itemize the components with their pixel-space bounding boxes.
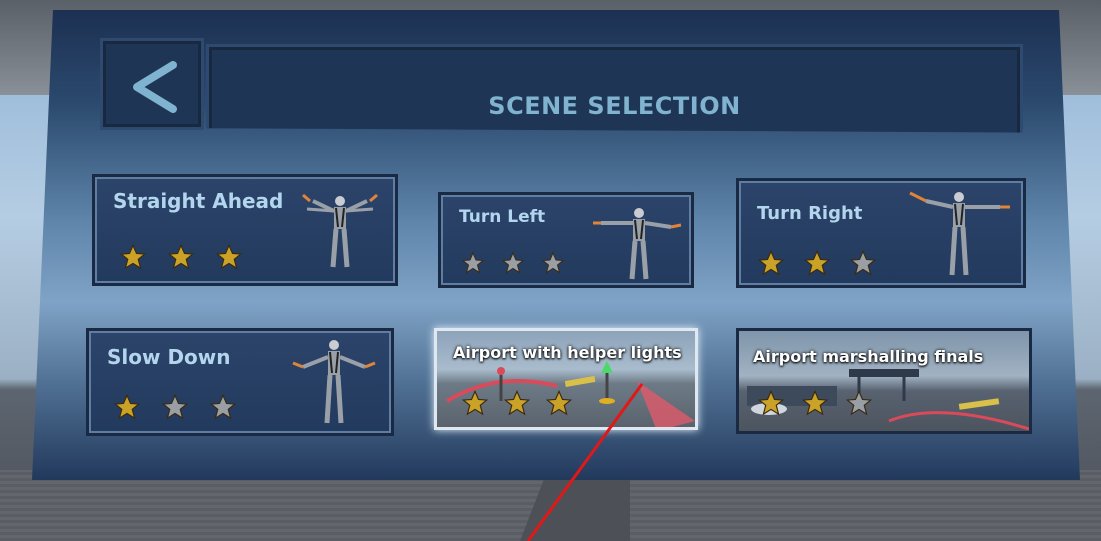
laser-pointer bbox=[526, 383, 644, 541]
